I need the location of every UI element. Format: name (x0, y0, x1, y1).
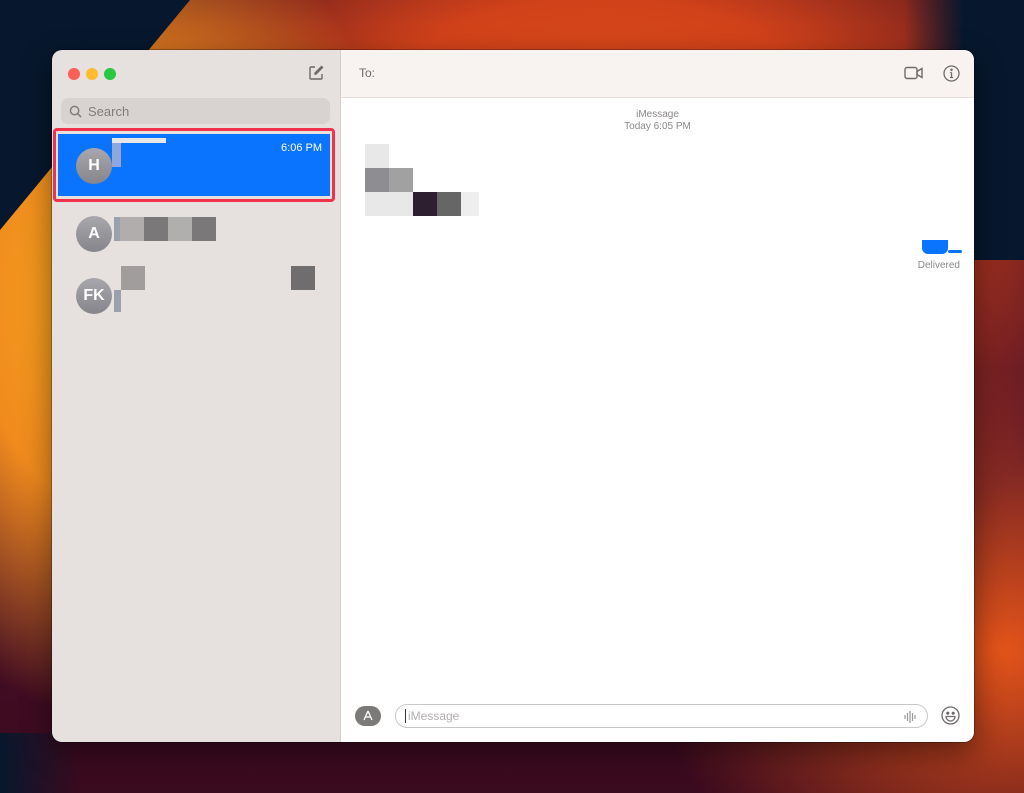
redacted-preview (114, 290, 121, 312)
to-label: To: (359, 66, 376, 80)
search-input[interactable]: Search (61, 98, 330, 124)
search-placeholder: Search (88, 103, 130, 119)
waveform-icon[interactable] (903, 710, 917, 727)
minimize-button[interactable] (86, 68, 98, 80)
timestamp: Today 6:05 PM (624, 121, 691, 132)
redacted-name (168, 217, 192, 241)
avatar: A (76, 216, 112, 252)
redacted-name (121, 266, 145, 290)
compose-icon[interactable] (308, 65, 324, 81)
conversation-item[interactable]: A (58, 202, 330, 264)
redacted-name (120, 217, 144, 241)
service-label: iMessage (636, 109, 679, 120)
message-input[interactable]: iMessage (395, 704, 928, 728)
selection-highlight (53, 128, 335, 202)
sidebar: Search H 6:06 PM A FK (52, 50, 341, 742)
conversation-item[interactable]: FK (58, 256, 330, 318)
avatar: FK (76, 278, 112, 314)
composer: iMessage (341, 704, 974, 730)
video-icon[interactable] (904, 66, 924, 85)
zoom-button[interactable] (104, 68, 116, 80)
wallpaper-dark-shape (0, 733, 80, 793)
app-store-icon[interactable] (355, 706, 381, 726)
message-meta: iMessage Today 6:05 PM (341, 109, 974, 133)
received-message-redacted (355, 144, 485, 219)
close-button[interactable] (68, 68, 80, 80)
conversation-header: To: (341, 50, 974, 98)
message-placeholder: iMessage (408, 709, 460, 723)
search-icon (69, 105, 82, 118)
conversation-pane: To: iMessage Today 6:05 PM Delivered iMe… (341, 50, 974, 742)
delivery-status: Delivered (917, 260, 960, 271)
text-caret (405, 709, 406, 723)
redacted-name (144, 217, 168, 241)
messages-window: Search H 6:06 PM A FK To: iMessage Today… (52, 50, 974, 742)
info-icon[interactable] (943, 65, 960, 87)
sent-message-tail (948, 250, 962, 253)
emoji-icon[interactable] (941, 706, 960, 730)
traffic-lights (68, 68, 116, 80)
sent-message-bubble[interactable] (922, 240, 948, 254)
redacted-name (192, 217, 216, 241)
redacted-time (291, 266, 315, 290)
